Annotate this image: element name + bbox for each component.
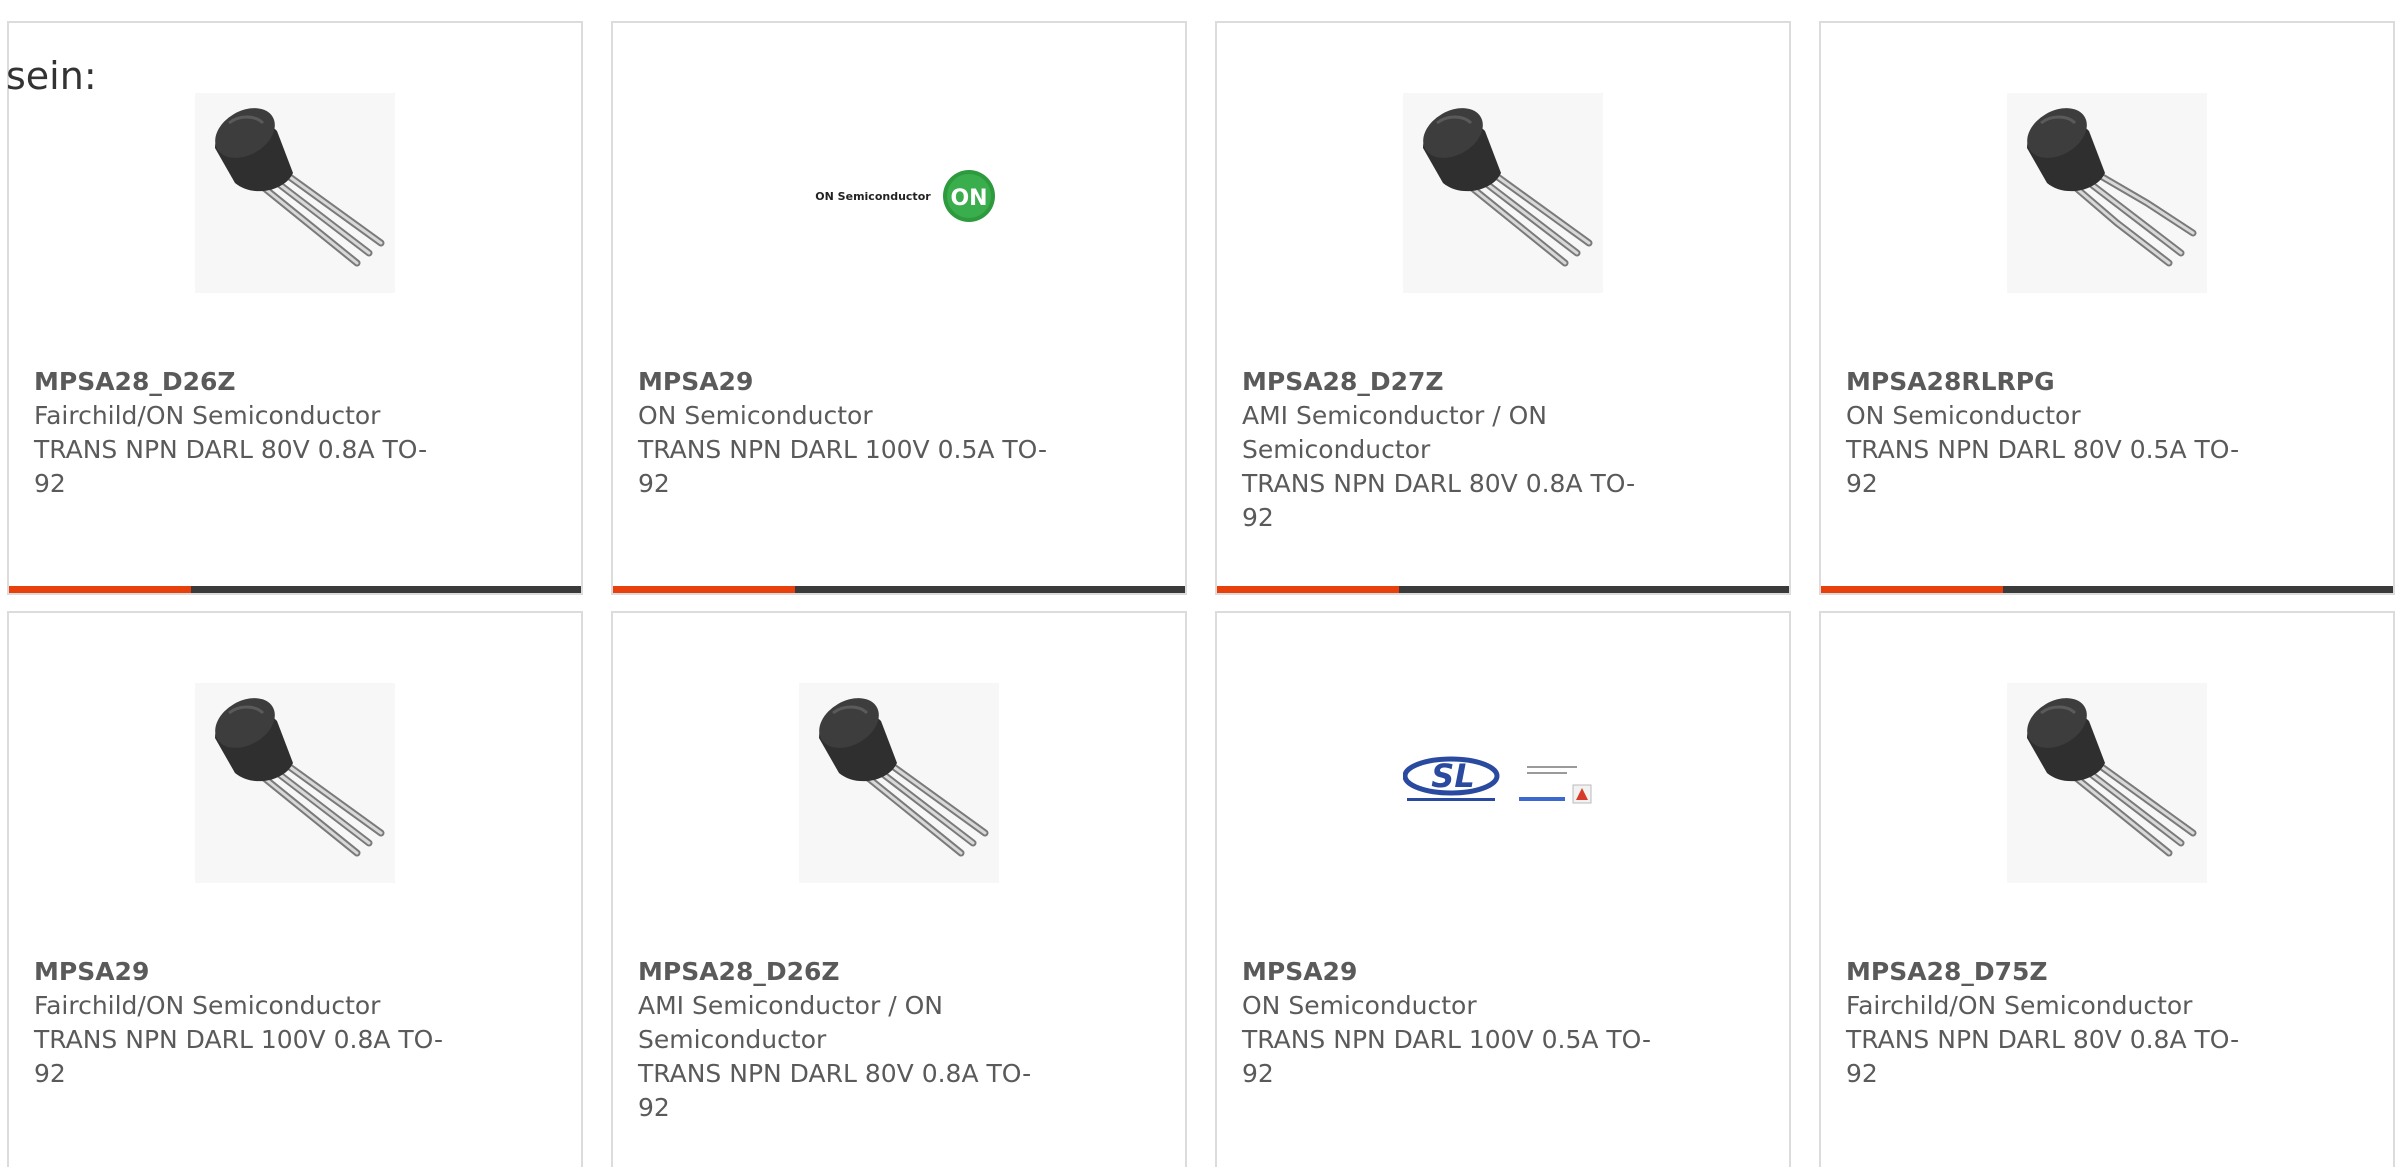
on-semiconductor-logo[interactable]: ON Semiconductor ON [799, 93, 999, 293]
part-number[interactable]: MPSA28_D26Z [34, 365, 449, 399]
product-info: MPSA28_D27Z AMI Semiconductor / ON Semic… [1242, 365, 1657, 535]
part-number[interactable]: MPSA28_D75Z [1846, 955, 2261, 989]
product-info: MPSA28_D26Z Fairchild/ON Semiconductor T… [34, 365, 449, 501]
manufacturer: Fairchild/ON Semiconductor [34, 991, 381, 1020]
card-accent-bar [1821, 586, 2003, 593]
card-footer-bar [1821, 586, 2393, 593]
part-number[interactable]: MPSA29 [1242, 955, 1657, 989]
product-card[interactable]: ON Semiconductor ON MPSA29 ON Semiconduc… [611, 21, 1187, 595]
sl-power-electronics-logo[interactable]: SL [1403, 683, 1603, 883]
part-number[interactable]: MPSA29 [638, 365, 1053, 399]
description: TRANS NPN DARL 80V 0.8A TO-92 [34, 435, 428, 498]
manufacturer: AMI Semiconductor / ON Semiconductor [1242, 401, 1547, 464]
part-number[interactable]: MPSA29 [34, 955, 449, 989]
product-card[interactable]: MPSA28_D75Z Fairchild/ON Semiconductor T… [1819, 611, 2395, 1167]
logo-text: SL [1431, 757, 1474, 795]
product-info: MPSA28_D26Z AMI Semiconductor / ON Semic… [638, 955, 1053, 1125]
part-number[interactable]: MPSA28_D27Z [1242, 365, 1657, 399]
description: TRANS NPN DARL 80V 0.8A TO-92 [1846, 1025, 2240, 1088]
transistor-to92-image[interactable] [195, 93, 395, 293]
product-card[interactable]: MPSA28RLRPG ON Semiconductor TRANS NPN D… [1819, 21, 2395, 595]
logo-text: ON Semiconductor [815, 190, 931, 203]
manufacturer: ON Semiconductor [1846, 401, 2081, 430]
product-card[interactable]: MPSA28_D26Z AMI Semiconductor / ON Semic… [611, 611, 1187, 1167]
transistor-to92-image[interactable] [799, 683, 999, 883]
card-accent-bar [613, 586, 795, 593]
part-number[interactable]: MPSA28_D26Z [638, 955, 1053, 989]
description: TRANS NPN DARL 80V 0.8A TO-92 [638, 1059, 1032, 1122]
description: TRANS NPN DARL 100V 0.8A TO-92 [34, 1025, 444, 1088]
card-footer-bar [1217, 586, 1789, 593]
product-info: MPSA28_D75Z Fairchild/ON Semiconductor T… [1846, 955, 2261, 1091]
card-accent-bar [1217, 586, 1399, 593]
description: TRANS NPN DARL 100V 0.5A TO-92 [638, 435, 1048, 498]
transistor-to92-image[interactable] [2007, 93, 2207, 293]
part-number[interactable]: MPSA28RLRPG [1846, 365, 2261, 399]
manufacturer: ON Semiconductor [638, 401, 873, 430]
product-card[interactable]: SL MPSA29 ON Semiconductor TRANS NPN DAR… [1215, 611, 1791, 1167]
manufacturer: AMI Semiconductor / ON Semiconductor [638, 991, 943, 1054]
manufacturer: Fairchild/ON Semiconductor [1846, 991, 2193, 1020]
manufacturer: Fairchild/ON Semiconductor [34, 401, 381, 430]
card-footer-bar [9, 586, 581, 593]
product-info: MPSA28RLRPG ON Semiconductor TRANS NPN D… [1846, 365, 2261, 501]
product-info: MPSA29 Fairchild/ON Semiconductor TRANS … [34, 955, 449, 1091]
transistor-to92-image[interactable] [195, 683, 395, 883]
section-heading: sein: [6, 54, 97, 98]
description: TRANS NPN DARL 80V 0.8A TO-92 [1242, 469, 1636, 532]
description: TRANS NPN DARL 100V 0.5A TO-92 [1242, 1025, 1652, 1088]
description: TRANS NPN DARL 80V 0.5A TO-92 [1846, 435, 2240, 498]
manufacturer: ON Semiconductor [1242, 991, 1477, 1020]
logo-badge: ON [950, 186, 987, 211]
transistor-to92-image[interactable] [2007, 683, 2207, 883]
product-card[interactable]: MPSA28_D27Z AMI Semiconductor / ON Semic… [1215, 21, 1791, 595]
card-footer-bar [613, 586, 1185, 593]
product-info: MPSA29 ON Semiconductor TRANS NPN DARL 1… [638, 365, 1053, 501]
transistor-to92-image[interactable] [1403, 93, 1603, 293]
product-info: MPSA29 ON Semiconductor TRANS NPN DARL 1… [1242, 955, 1657, 1091]
product-card[interactable]: MPSA29 Fairchild/ON Semiconductor TRANS … [7, 611, 583, 1167]
product-grid-page: sein: MPSA28_D26Z Fairchild/ON Semicondu… [0, 0, 2400, 1167]
product-card[interactable]: MPSA28_D26Z Fairchild/ON Semiconductor T… [7, 21, 583, 595]
card-accent-bar [9, 586, 191, 593]
